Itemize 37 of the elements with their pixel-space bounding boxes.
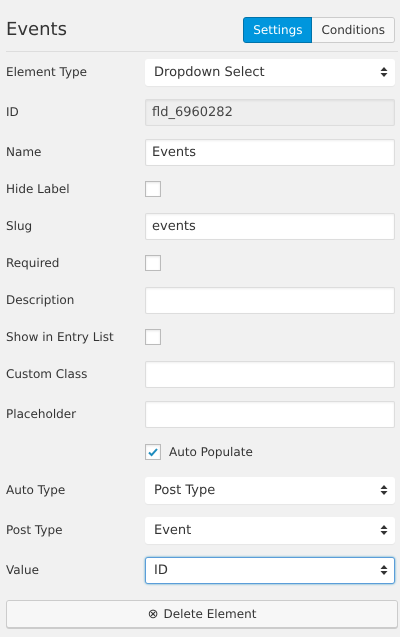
input-field[interactable] [145,360,395,388]
field-label: Placeholder [6,407,78,421]
select-field[interactable]: Dropdown Select [145,58,395,86]
select-field[interactable]: ID [145,556,395,584]
input-field[interactable] [145,400,395,428]
field-label: Slug [6,219,34,233]
sort-arrows-icon [380,484,388,496]
field-label: Required [6,256,60,270]
field-label: Value [6,563,40,577]
panel-title: Events [6,19,67,40]
field-label: Description [6,293,76,307]
checkbox[interactable] [145,181,161,197]
input-field[interactable]: fld_6960282 [145,98,395,126]
field-label: Post Type [6,523,64,537]
input-field[interactable] [145,286,395,314]
field-label: Name [6,145,42,159]
sort-arrows-icon [380,524,388,536]
field-label: Custom Class [6,367,88,381]
checkbox-label: Auto Populate [169,445,253,459]
checkmark-icon [147,446,159,458]
select-field[interactable]: Post Type [145,476,395,504]
field-label: Element Type [6,65,88,79]
field-label: ID [6,105,20,119]
delete-element-button[interactable]: ⊗ Delete Element [6,600,398,628]
input-field[interactable]: Events [145,138,395,166]
input-field[interactable]: events [145,212,395,240]
checkbox[interactable] [145,444,161,460]
sort-arrows-icon [380,564,388,576]
checkbox[interactable] [145,329,161,345]
field-label: Auto Type [6,483,66,497]
tab[interactable]: Conditions [312,16,395,42]
field-label: Show in Entry List [6,330,115,344]
field-label: Hide Label [6,182,71,196]
sort-arrows-icon [380,66,388,78]
delete-icon: ⊗ [148,606,158,622]
select-field[interactable]: Event [145,516,395,544]
checkbox[interactable] [145,255,161,271]
